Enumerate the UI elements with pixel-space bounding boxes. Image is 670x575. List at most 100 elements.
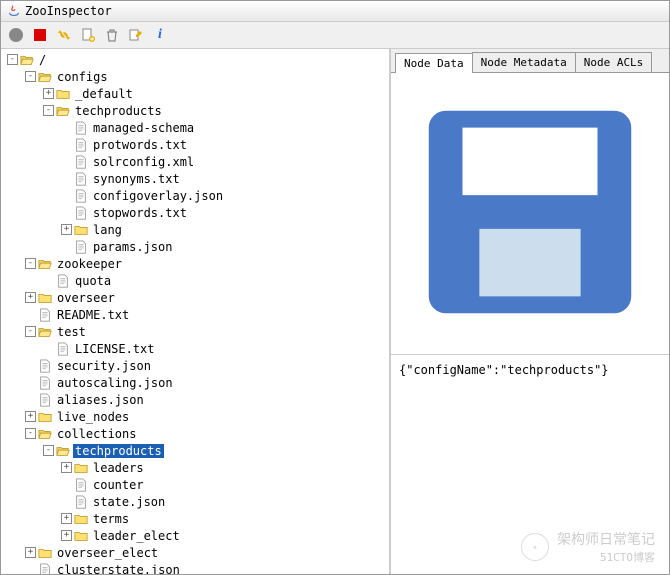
expander[interactable]: +: [61, 224, 72, 235]
tree-node-leaders[interactable]: + leaders: [1, 459, 389, 476]
tree-label[interactable]: protwords.txt: [91, 138, 189, 152]
tree-label[interactable]: LICENSE.txt: [73, 342, 156, 356]
file-icon: [56, 342, 70, 356]
tree-label[interactable]: terms: [91, 512, 131, 526]
tree-label[interactable]: state.json: [91, 495, 167, 509]
tree-panel[interactable]: -/-configs+_default-techproductsmanaged-…: [1, 49, 391, 574]
tree-node-state-json[interactable]: state.json: [1, 493, 389, 510]
tree-node-managed-schema[interactable]: managed-schema: [1, 119, 389, 136]
expander[interactable]: +: [25, 292, 36, 303]
tree-node-clusterstate-json[interactable]: clusterstate.json: [1, 561, 389, 574]
tree-label[interactable]: _default: [73, 87, 135, 101]
refresh-button[interactable]: [55, 26, 73, 44]
expander: [25, 360, 36, 371]
tree-label[interactable]: aliases.json: [55, 393, 146, 407]
trash-button[interactable]: [103, 26, 121, 44]
tree-label[interactable]: README.txt: [55, 308, 131, 322]
tree-label[interactable]: counter: [91, 478, 146, 492]
folder-closed-icon: [74, 512, 88, 526]
tree-label[interactable]: leader_elect: [91, 529, 182, 543]
tree-label[interactable]: collections: [55, 427, 138, 441]
tree-node-license-txt[interactable]: LICENSE.txt: [1, 340, 389, 357]
tree-label[interactable]: live_nodes: [55, 410, 131, 424]
record-button[interactable]: [7, 26, 25, 44]
tree-node-params-json[interactable]: params.json: [1, 238, 389, 255]
tab-node-metadata[interactable]: Node Metadata: [472, 52, 576, 72]
tree-label[interactable]: test: [55, 325, 88, 339]
tab-node-data[interactable]: Node Data: [395, 53, 473, 73]
tree-node-security-json[interactable]: security.json: [1, 357, 389, 374]
expander[interactable]: -: [7, 54, 18, 65]
stop-button[interactable]: [31, 26, 49, 44]
tree-node--default[interactable]: + _default: [1, 85, 389, 102]
tree-node-aliases-json[interactable]: aliases.json: [1, 391, 389, 408]
node-content[interactable]: {"configName":"techproducts"}: [391, 355, 669, 574]
tree-node-configoverlay-json[interactable]: configoverlay.json: [1, 187, 389, 204]
tree-label[interactable]: techproducts: [73, 444, 164, 458]
expander[interactable]: +: [61, 530, 72, 541]
tree-node-stopwords-txt[interactable]: stopwords.txt: [1, 204, 389, 221]
expander[interactable]: +: [61, 513, 72, 524]
tree-node-autoscaling-json[interactable]: autoscaling.json: [1, 374, 389, 391]
file-icon: [74, 206, 88, 220]
tree-node-terms[interactable]: + terms: [1, 510, 389, 527]
java-icon: [7, 4, 21, 18]
tree-node-counter[interactable]: counter: [1, 476, 389, 493]
tree-node-lang[interactable]: + lang: [1, 221, 389, 238]
tree-label[interactable]: params.json: [91, 240, 174, 254]
tree-label[interactable]: lang: [91, 223, 124, 237]
tree-label[interactable]: /: [37, 53, 48, 67]
window-title: ZooInspector: [25, 4, 112, 18]
tree-label[interactable]: clusterstate.json: [55, 563, 182, 575]
tree-label[interactable]: managed-schema: [91, 121, 196, 135]
expander[interactable]: -: [25, 71, 36, 82]
tree-label[interactable]: configs: [55, 70, 110, 84]
file-icon: [38, 359, 52, 373]
expander[interactable]: -: [43, 105, 54, 116]
tree-label[interactable]: overseer_elect: [55, 546, 160, 560]
tree-node-overseer[interactable]: + overseer: [1, 289, 389, 306]
tree-node-collections[interactable]: - collections: [1, 425, 389, 442]
tree-label[interactable]: solrconfig.xml: [91, 155, 196, 169]
tree-label[interactable]: configoverlay.json: [91, 189, 225, 203]
tree-node-readme-txt[interactable]: README.txt: [1, 306, 389, 323]
tree-node-protwords-txt[interactable]: protwords.txt: [1, 136, 389, 153]
expander[interactable]: +: [25, 411, 36, 422]
tree-node-solrconfig-xml[interactable]: solrconfig.xml: [1, 153, 389, 170]
tree-label[interactable]: stopwords.txt: [91, 206, 189, 220]
expander[interactable]: -: [43, 445, 54, 456]
file-icon: [74, 172, 88, 186]
expander[interactable]: -: [25, 326, 36, 337]
edit-button[interactable]: [127, 26, 145, 44]
tree-node-quota[interactable]: quota: [1, 272, 389, 289]
tree-label[interactable]: security.json: [55, 359, 153, 373]
tree-node-test[interactable]: - test: [1, 323, 389, 340]
expander[interactable]: +: [61, 462, 72, 473]
titlebar: ZooInspector: [1, 1, 669, 22]
folder-closed-icon: [38, 546, 52, 560]
tree-label[interactable]: techproducts: [73, 104, 164, 118]
tree-node-overseer-elect[interactable]: + overseer_elect: [1, 544, 389, 561]
expander[interactable]: +: [43, 88, 54, 99]
tree-label[interactable]: autoscaling.json: [55, 376, 175, 390]
tree-node-techproducts[interactable]: - techproducts: [1, 102, 389, 119]
tree-label[interactable]: synonyms.txt: [91, 172, 182, 186]
tree-node-leader-elect[interactable]: + leader_elect: [1, 527, 389, 544]
tree-node-live-nodes[interactable]: + live_nodes: [1, 408, 389, 425]
tree-node-synonyms-txt[interactable]: synonyms.txt: [1, 170, 389, 187]
tree-label[interactable]: quota: [73, 274, 113, 288]
tab-node-acls[interactable]: Node ACLs: [575, 52, 653, 72]
save-icon[interactable]: [395, 336, 665, 350]
tree-node--[interactable]: -/: [1, 51, 389, 68]
expander[interactable]: +: [25, 547, 36, 558]
expander[interactable]: -: [25, 258, 36, 269]
tree-node-configs[interactable]: - configs: [1, 68, 389, 85]
expander[interactable]: -: [25, 428, 36, 439]
tree-node-zookeeper[interactable]: - zookeeper: [1, 255, 389, 272]
tree-label[interactable]: leaders: [91, 461, 146, 475]
info-button[interactable]: i: [151, 26, 169, 44]
new-doc-button[interactable]: [79, 26, 97, 44]
tree-label[interactable]: overseer: [55, 291, 117, 305]
tree-label[interactable]: zookeeper: [55, 257, 124, 271]
tree-node-techproducts[interactable]: - techproducts: [1, 442, 389, 459]
